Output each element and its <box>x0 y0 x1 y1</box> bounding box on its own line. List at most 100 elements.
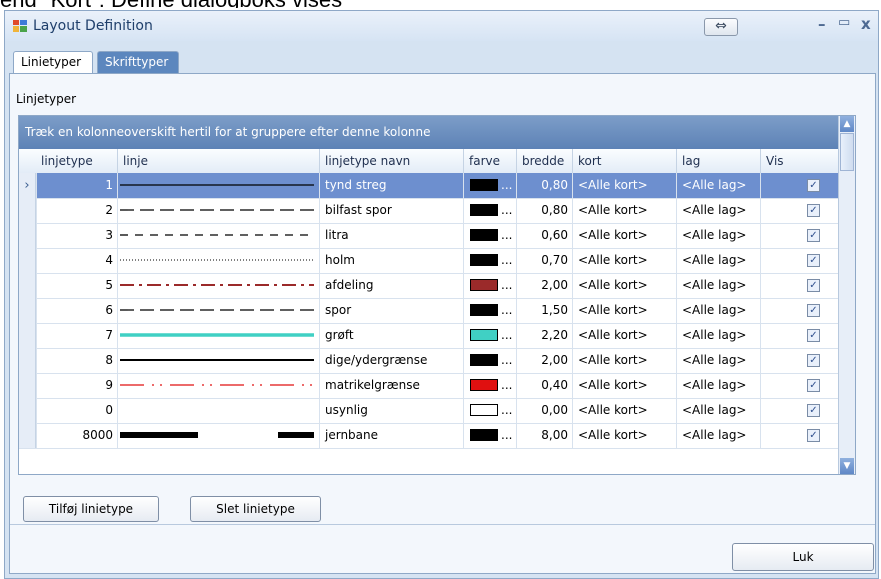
col-header-vis[interactable]: Vis <box>760 149 840 173</box>
table-row[interactable]: 9 matrikelgrænse... 0,40 <Alle kort> <Alle l… <box>19 373 855 399</box>
cell-lag[interactable]: <Alle lag> <box>676 173 760 198</box>
color-picker-ellipsis[interactable]: ... <box>501 323 512 348</box>
tab-skrifttyper[interactable]: Skrifttyper <box>97 51 179 73</box>
cell-linjetype[interactable]: 4 <box>36 248 117 273</box>
cell-bredde[interactable]: 2,00 <box>516 273 572 298</box>
cell-vis[interactable]: ✓ <box>760 373 840 398</box>
cell-lag[interactable]: <Alle lag> <box>676 273 760 298</box>
color-picker-ellipsis[interactable]: ... <box>501 348 512 373</box>
cell-farve[interactable]: ... <box>463 173 516 198</box>
row-indicator[interactable] <box>19 223 36 248</box>
cell-kort[interactable]: <Alle kort> <box>572 273 676 298</box>
vis-checkbox[interactable]: ✓ <box>807 329 820 342</box>
cell-lag[interactable]: <Alle lag> <box>676 348 760 373</box>
row-indicator[interactable] <box>19 423 36 448</box>
cell-linjetype[interactable]: 3 <box>36 223 117 248</box>
col-header-farve[interactable]: farve <box>463 149 516 173</box>
close-window-button[interactable]: x <box>861 15 871 33</box>
cell-linjetype[interactable]: 5 <box>36 273 117 298</box>
cell-bredde[interactable]: 0,80 <box>516 198 572 223</box>
row-indicator[interactable] <box>19 348 36 373</box>
cell-farve[interactable]: ... <box>463 373 516 398</box>
row-indicator[interactable] <box>19 248 36 273</box>
vis-checkbox[interactable]: ✓ <box>807 204 820 217</box>
vis-checkbox[interactable]: ✓ <box>807 354 820 367</box>
cell-vis[interactable]: ✓ <box>760 323 840 348</box>
cell-kort[interactable]: <Alle kort> <box>572 373 676 398</box>
cell-vis[interactable]: ✓ <box>760 173 840 198</box>
color-picker-ellipsis[interactable]: ... <box>501 223 512 248</box>
cell-linjetype-navn[interactable]: spor <box>319 298 463 323</box>
cell-kort[interactable]: <Alle kort> <box>572 398 676 423</box>
cell-lag[interactable]: <Alle lag> <box>676 373 760 398</box>
cell-bredde[interactable]: 0,70 <box>516 248 572 273</box>
group-by-panel[interactable]: Træk en kolonneoverskift hertil for at g… <box>19 116 855 149</box>
cell-vis[interactable]: ✓ <box>760 348 840 373</box>
cell-farve[interactable]: ... <box>463 423 516 448</box>
cell-line-preview[interactable] <box>117 198 319 223</box>
cell-vis[interactable]: ✓ <box>760 248 840 273</box>
scroll-thumb[interactable] <box>840 133 854 171</box>
vis-checkbox[interactable]: ✓ <box>807 379 820 392</box>
cell-linjetype-navn[interactable]: grøft <box>319 323 463 348</box>
cell-farve[interactable]: ... <box>463 398 516 423</box>
vis-checkbox[interactable]: ✓ <box>807 179 820 192</box>
cell-lag[interactable]: <Alle lag> <box>676 398 760 423</box>
cell-farve[interactable]: ... <box>463 198 516 223</box>
cell-lag[interactable]: <Alle lag> <box>676 423 760 448</box>
cell-kort[interactable]: <Alle kort> <box>572 198 676 223</box>
cell-farve[interactable]: ... <box>463 273 516 298</box>
cell-kort[interactable]: <Alle kort> <box>572 348 676 373</box>
col-header-kort[interactable]: kort <box>572 149 676 173</box>
cell-lag[interactable]: <Alle lag> <box>676 198 760 223</box>
cell-farve[interactable]: ... <box>463 323 516 348</box>
cell-kort[interactable]: <Alle kort> <box>572 173 676 198</box>
cell-vis[interactable]: ✓ <box>760 298 840 323</box>
vertical-scrollbar[interactable]: ▲ ▼ <box>838 116 855 474</box>
cell-kort[interactable]: <Alle kort> <box>572 298 676 323</box>
color-picker-ellipsis[interactable]: ... <box>501 273 512 298</box>
minimize-button[interactable]: – <box>818 15 826 33</box>
table-row[interactable]: 7 grøft... 2,20 <Alle kort> <Alle lag> ✓ <box>19 323 855 349</box>
cell-line-preview[interactable] <box>117 273 319 298</box>
color-picker-ellipsis[interactable]: ... <box>501 373 512 398</box>
cell-bredde[interactable]: 1,50 <box>516 298 572 323</box>
cell-linjetype-navn[interactable]: dige/ydergrænse <box>319 348 463 373</box>
col-header-lag[interactable]: lag <box>676 149 760 173</box>
cell-line-preview[interactable] <box>117 373 319 398</box>
tab-linietyper[interactable]: Linietyper <box>13 51 93 73</box>
color-picker-ellipsis[interactable]: ... <box>501 248 512 273</box>
cell-line-preview[interactable] <box>117 398 319 423</box>
cell-linjetype[interactable]: 2 <box>36 198 117 223</box>
cell-linjetype[interactable]: 1 <box>36 173 117 198</box>
cell-linjetype[interactable]: 7 <box>36 323 117 348</box>
cell-bredde[interactable]: 0,00 <box>516 398 572 423</box>
cell-linjetype-navn[interactable]: jernbane <box>319 423 463 448</box>
cell-linjetype[interactable]: 6 <box>36 298 117 323</box>
cell-linjetype[interactable]: 8000 <box>36 423 117 448</box>
color-picker-ellipsis[interactable]: ... <box>501 398 512 423</box>
cell-linjetype[interactable]: 0 <box>36 398 117 423</box>
cell-farve[interactable]: ... <box>463 248 516 273</box>
cell-line-preview[interactable] <box>117 323 319 348</box>
cell-bredde[interactable]: 0,60 <box>516 223 572 248</box>
scroll-down-arrow-icon[interactable]: ▼ <box>840 458 854 474</box>
vis-checkbox[interactable]: ✓ <box>807 254 820 267</box>
table-row[interactable]: 3 litra... 0,60 <Alle kort> <Alle lag> ✓ <box>19 223 855 249</box>
row-indicator[interactable] <box>19 323 36 348</box>
vis-checkbox[interactable]: ✓ <box>807 429 820 442</box>
cell-farve[interactable]: ... <box>463 223 516 248</box>
cell-linjetype-navn[interactable]: litra <box>319 223 463 248</box>
add-linetype-button[interactable]: Tilføj linietype <box>23 496 159 522</box>
cell-vis[interactable]: ✓ <box>760 223 840 248</box>
cell-farve[interactable]: ... <box>463 348 516 373</box>
vis-checkbox[interactable]: ✓ <box>807 229 820 242</box>
cell-lag[interactable]: <Alle lag> <box>676 248 760 273</box>
cell-linjetype-navn[interactable]: holm <box>319 248 463 273</box>
row-indicator[interactable] <box>19 273 36 298</box>
color-picker-ellipsis[interactable]: ... <box>501 298 512 323</box>
table-row[interactable]: 8000 jernbane... 8,00 <Alle kort> <Alle lag>… <box>19 423 855 449</box>
cell-linjetype[interactable]: 9 <box>36 373 117 398</box>
table-row[interactable]: 0 usynlig... 0,00 <Alle kort> <Alle lag> ✓ <box>19 398 855 424</box>
cell-line-preview[interactable] <box>117 248 319 273</box>
